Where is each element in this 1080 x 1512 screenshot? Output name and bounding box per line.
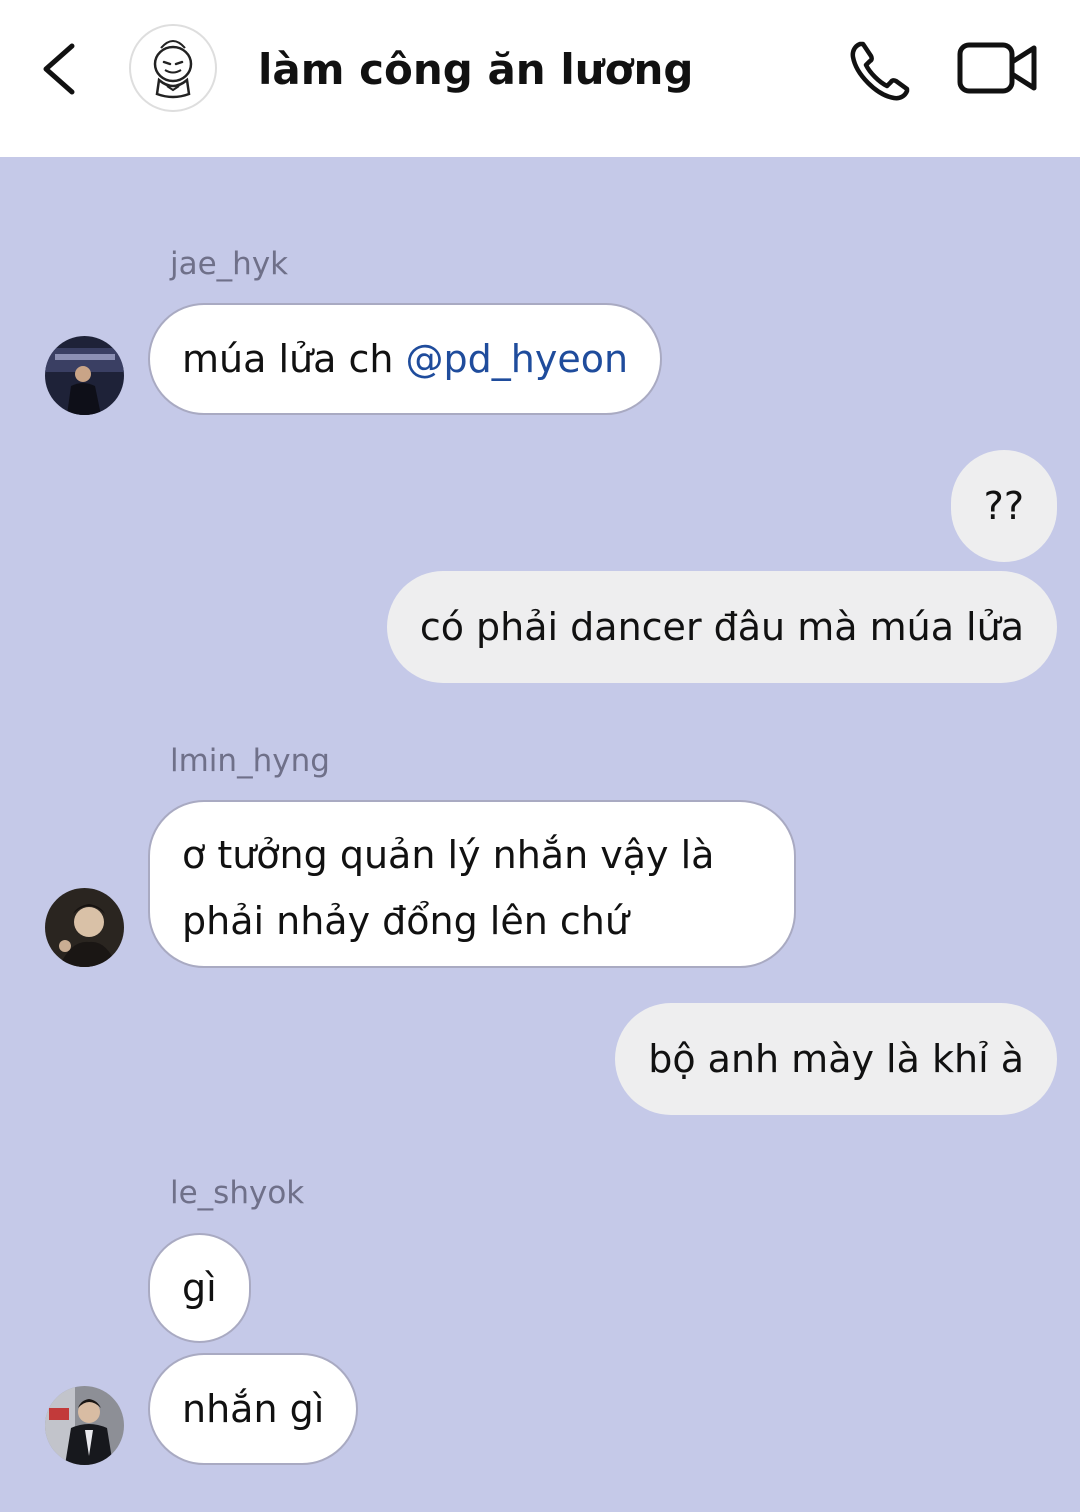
back-button[interactable] (30, 38, 90, 100)
message-bubble[interactable]: ơ tưởng quản lý nhắn vậy là phải nhảy đổ… (148, 800, 796, 968)
video-call-button[interactable] (955, 36, 1041, 102)
message-bubble[interactable]: có phải dancer đâu mà múa lửa (386, 571, 1057, 683)
user-photo-avatar (45, 1386, 124, 1465)
chevron-left-icon (43, 43, 75, 95)
user-photo-avatar (45, 336, 124, 415)
message-text: có phải dancer đâu mà múa lửa (419, 605, 1024, 649)
sender-name: jae_hyk (170, 246, 289, 282)
message-text: múa lửa ch (182, 337, 406, 381)
voice-call-button[interactable] (846, 36, 918, 106)
avatar[interactable] (45, 888, 124, 967)
mention-link[interactable]: @pd_hyeon (406, 337, 629, 381)
message-bubble[interactable]: ?? (950, 450, 1057, 562)
message-bubble[interactable]: bộ anh mày là khỉ à (615, 1003, 1057, 1115)
phone-icon (850, 41, 910, 101)
group-avatar[interactable] (129, 24, 217, 112)
sender-name: lmin_hyng (170, 743, 330, 779)
cartoon-character-icon (153, 40, 193, 99)
message-text: ?? (983, 484, 1024, 528)
message-bubble[interactable]: múa lửa ch @pd_hyeon (148, 303, 663, 415)
message-bubble[interactable]: gì (148, 1233, 251, 1343)
message-text: nhắn gì (182, 1387, 325, 1431)
video-camera-icon (957, 42, 1037, 94)
avatar[interactable] (45, 1386, 124, 1465)
message-text: bộ anh mày là khỉ à (648, 1037, 1024, 1081)
user-photo-avatar (45, 888, 124, 967)
chat-header: làm công ăn lương (0, 0, 1080, 157)
message-text-line: ơ tưởng quản lý nhắn vậy là (182, 833, 715, 877)
chat-title: làm công ăn lương (258, 45, 694, 94)
message-text-line: phải nhảy đổng lên chứ (182, 899, 629, 943)
message-text: gì (182, 1266, 217, 1310)
sender-name: le_shyok (170, 1175, 305, 1211)
message-bubble[interactable]: nhắn gì (148, 1353, 359, 1465)
avatar[interactable] (45, 336, 124, 415)
